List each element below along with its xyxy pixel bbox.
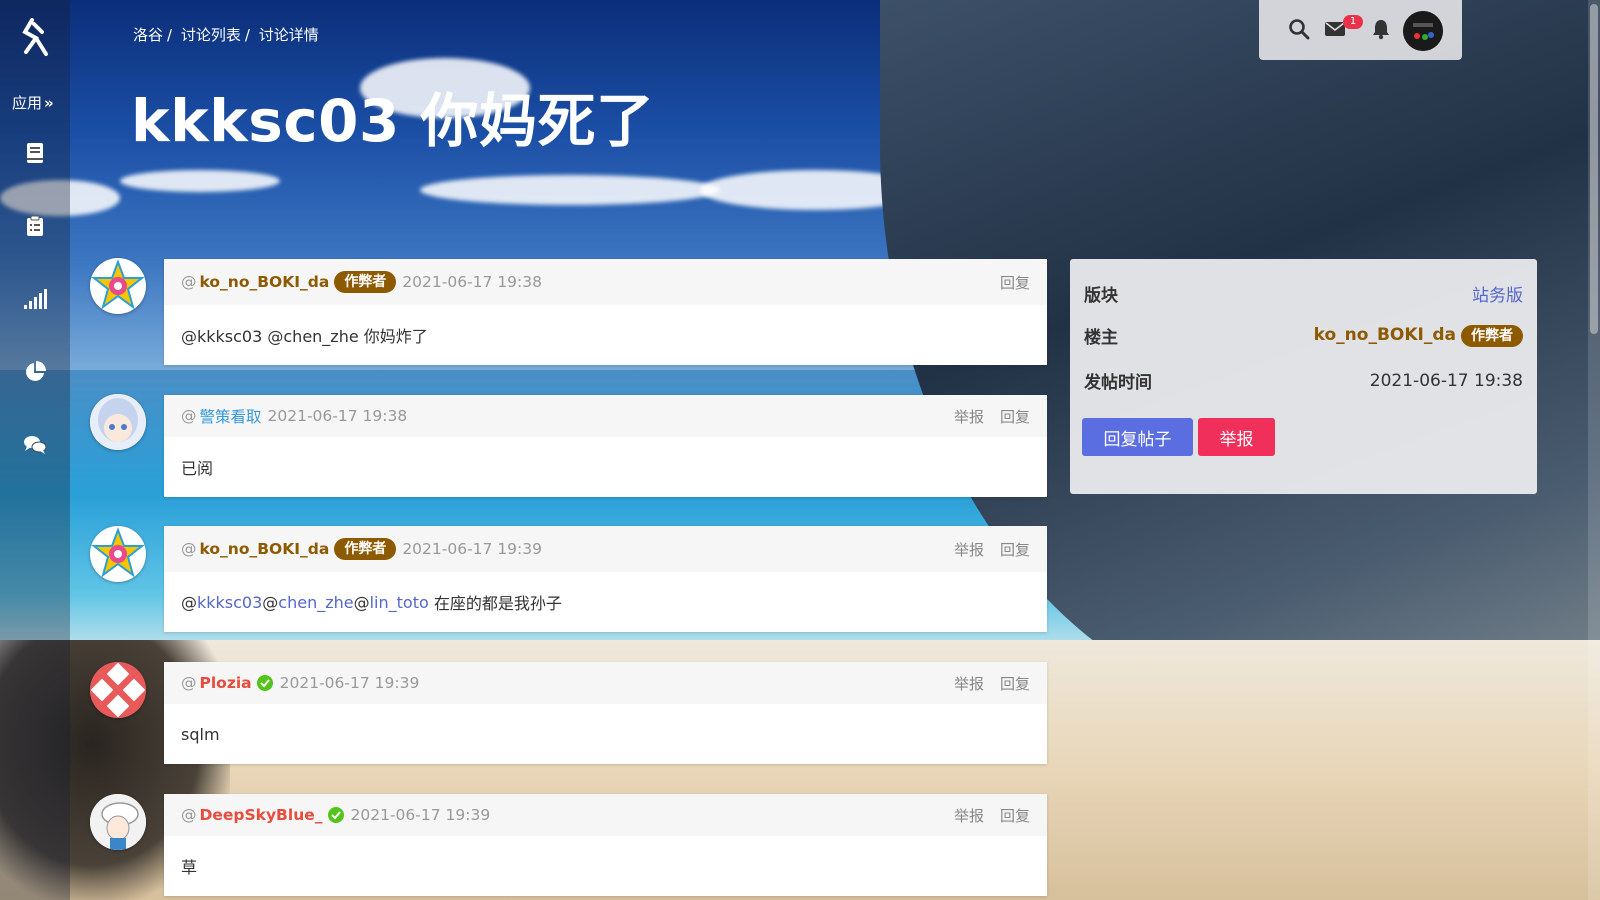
at-symbol: @: [181, 806, 197, 824]
post-time: 2021-06-17 19:38: [402, 273, 542, 291]
post-header: @ Plozia 2021-06-17 19:39 举报 回复: [164, 662, 1047, 704]
reply-link[interactable]: 回复: [1000, 539, 1030, 560]
author-badge: 作弊者: [334, 271, 397, 293]
post-header: @ ko_no_BOKI_da 作弊者 2021-06-17 19:39 举报 …: [164, 526, 1047, 572]
mention-link[interactable]: kkksc03: [197, 593, 262, 612]
post-text: sqlm: [181, 724, 220, 744]
post-time-label: 发帖时间: [1084, 373, 1152, 393]
breadcrumb-home[interactable]: 洛谷: [133, 26, 163, 44]
apps-menu[interactable]: 应用»: [12, 92, 54, 113]
post-card: @ 警策看取 2021-06-17 19:38 举报 回复 已阅: [164, 395, 1047, 497]
page-title: kkksc03 你妈死了: [131, 87, 655, 155]
message-count-badge: 1: [1343, 15, 1363, 29]
post-card: @ DeepSkyBlue_ 2021-06-17 19:39 举报 回复 草: [164, 794, 1047, 896]
section-link[interactable]: 站务版: [1472, 281, 1523, 306]
signal-bars-icon[interactable]: [23, 287, 47, 311]
at-symbol: @: [181, 674, 197, 692]
mention-link[interactable]: chen_zhe: [278, 593, 353, 612]
author-badge: 作弊者: [1461, 324, 1523, 347]
sidebar: 应用»: [0, 0, 70, 900]
chevron-right-icon: »: [44, 94, 54, 112]
post-time: 2021-06-17 19:38: [267, 407, 408, 425]
mention-link[interactable]: lin_toto: [370, 593, 429, 612]
breadcrumb-discussion-list[interactable]: 讨论列表: [181, 26, 241, 44]
top-bar: 1: [1259, 0, 1462, 60]
post-username[interactable]: ko_no_BOKI_da: [200, 273, 330, 291]
book-icon[interactable]: [23, 141, 47, 165]
avatar[interactable]: [90, 258, 146, 314]
post-username[interactable]: 警策看取: [200, 405, 262, 427]
post-body: @ kkksc03 @ chen_zhe @ lin_toto 在座的都是我孙子: [181, 592, 562, 614]
scrollbar-thumb[interactable]: [1590, 4, 1598, 334]
reply-link[interactable]: 回复: [1000, 805, 1030, 826]
report-link[interactable]: 举报: [954, 805, 984, 826]
breadcrumb: 洛谷 / 讨论列表 / 讨论详情: [133, 26, 319, 44]
section-label: 版块: [1084, 286, 1118, 306]
post-time: 2021-06-17 19:39: [402, 540, 542, 558]
apps-label: 应用: [12, 94, 43, 112]
post-card: @ ko_no_BOKI_da 作弊者 2021-06-17 19:38 回复 …: [164, 259, 1047, 365]
verified-icon: [327, 806, 345, 824]
report-link[interactable]: 举报: [954, 673, 984, 694]
owner-label: 楼主: [1084, 328, 1118, 348]
reply-link[interactable]: 回复: [1000, 673, 1030, 694]
reply-post-button[interactable]: 回复帖子: [1082, 418, 1193, 456]
post-username[interactable]: DeepSkyBlue_: [200, 806, 323, 824]
breadcrumb-current: 讨论详情: [258, 26, 319, 44]
search-icon[interactable]: [1288, 18, 1310, 40]
post-header: @ ko_no_BOKI_da 作弊者 2021-06-17 19:38 回复: [164, 259, 1047, 305]
avatar[interactable]: [90, 526, 146, 582]
clipboard-icon[interactable]: [23, 214, 47, 238]
verified-icon: [256, 674, 274, 692]
owner-username[interactable]: ko_no_BOKI_da: [1314, 325, 1456, 345]
user-avatar[interactable]: [1403, 11, 1443, 51]
at-symbol: @: [181, 407, 197, 425]
post-text: 草: [181, 858, 198, 877]
bell-icon[interactable]: [1370, 18, 1392, 40]
report-link[interactable]: 举报: [954, 539, 984, 560]
pie-chart-icon[interactable]: [23, 360, 47, 384]
post-body: sqlm: [164, 704, 1047, 764]
logo-icon[interactable]: [18, 18, 52, 58]
chat-icon[interactable]: [23, 433, 47, 457]
post-body: 已阅: [164, 437, 1047, 497]
post-username[interactable]: ko_no_BOKI_da: [200, 540, 330, 558]
post-text: @kkksc03 @chen_zhe 你妈炸了: [181, 327, 428, 346]
post-header: @ 警策看取 2021-06-17 19:38 举报 回复: [164, 395, 1047, 437]
at-symbol: @: [181, 540, 197, 558]
post-text: 已阅: [181, 459, 214, 478]
at-symbol: @: [181, 273, 197, 291]
avatar[interactable]: [90, 394, 146, 450]
post-header: @ DeepSkyBlue_ 2021-06-17 19:39 举报 回复: [164, 794, 1047, 836]
discussion-info-panel: 版块 站务版 楼主 ko_no_BOKI_da 作弊者 发帖时间 2021-06-…: [1070, 259, 1537, 494]
post-card: @ ko_no_BOKI_da 作弊者 2021-06-17 19:39 举报 …: [164, 526, 1047, 632]
post-time-value: 2021-06-17 19:38: [1369, 370, 1523, 391]
reply-link[interactable]: 回复: [1000, 272, 1030, 293]
post-body: 草: [164, 836, 1047, 896]
avatar[interactable]: [90, 794, 146, 850]
post-time: 2021-06-17 19:39: [350, 806, 491, 824]
avatar[interactable]: [90, 662, 146, 718]
post-card: @ Plozia 2021-06-17 19:39 举报 回复 sqlm: [164, 662, 1047, 764]
post-username[interactable]: Plozia: [200, 674, 252, 692]
report-link[interactable]: 举报: [954, 406, 984, 427]
reply-link[interactable]: 回复: [1000, 406, 1030, 427]
post-body: @kkksc03 @chen_zhe 你妈炸了: [164, 305, 1047, 365]
report-button[interactable]: 举报: [1198, 418, 1275, 456]
post-time: 2021-06-17 19:39: [279, 674, 420, 692]
scrollbar[interactable]: [1588, 0, 1600, 900]
author-badge: 作弊者: [334, 538, 397, 560]
